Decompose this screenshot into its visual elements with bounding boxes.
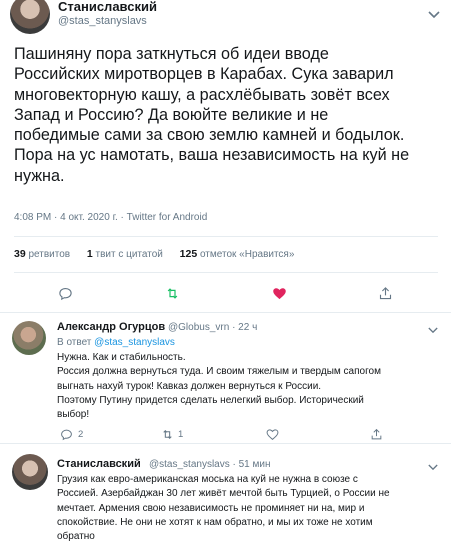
divider (14, 236, 438, 237)
retweet-icon[interactable] (163, 284, 181, 302)
retweets-stat[interactable]: 39 ретвитов (14, 248, 70, 260)
reply-avatar[interactable] (12, 454, 48, 490)
like-icon[interactable] (270, 284, 288, 302)
quotes-stat[interactable]: 1 твит с цитатой (87, 248, 163, 260)
tweet-meta[interactable]: 4:08 PM · 4 окт. 2020 г. · Twitter for A… (14, 212, 207, 223)
tweet-text: Пашиняну пора заткнуться об идеи вводе Р… (14, 45, 410, 185)
chevron-down-icon[interactable] (428, 323, 438, 337)
reply-author-handle[interactable]: @stas_stanyslavs · 51 мин (149, 459, 271, 470)
divider (14, 272, 438, 273)
reply-icon[interactable] (56, 284, 74, 302)
reply-author-handle[interactable]: @Globus_vrn · 22 ч (168, 322, 257, 333)
like-icon[interactable] (263, 425, 281, 443)
reply-count: 2 (78, 429, 84, 440)
reply-author-name[interactable]: Станиславский (57, 458, 141, 470)
author-avatar[interactable] (10, 0, 50, 34)
author-handle[interactable]: @stas_stanyslavs (58, 15, 147, 27)
reply-text: Нужна. Как и стабильность. Россия должна… (57, 352, 381, 421)
tweet-stats: 39 ретвитов 1 твит с цитатой 125 отметок… (14, 248, 308, 260)
share-icon[interactable] (367, 425, 385, 443)
chevron-down-icon[interactable] (428, 460, 438, 474)
in-reply-to-link[interactable]: @stas_stanyslavs (94, 337, 175, 348)
reply-author-name[interactable]: Александр Огурцов (57, 321, 165, 333)
share-icon[interactable] (376, 284, 394, 302)
retweet-icon[interactable] (158, 425, 176, 443)
main-tweet: Станиславский @stas_stanyslavs Пашиняну … (0, 0, 451, 313)
retweet-count: 1 (178, 429, 184, 440)
reply-icon[interactable] (57, 425, 75, 443)
author-name[interactable]: Станиславский (58, 0, 157, 14)
likes-stat[interactable]: 125 отметок «Нравится» (180, 248, 295, 260)
reply-avatar[interactable] (12, 321, 46, 355)
in-reply-to: В ответ @stas_stanyslavs (57, 337, 175, 348)
reply-text: Грузия как евро-американская моська на к… (57, 474, 390, 543)
chevron-down-icon[interactable] (428, 8, 440, 22)
